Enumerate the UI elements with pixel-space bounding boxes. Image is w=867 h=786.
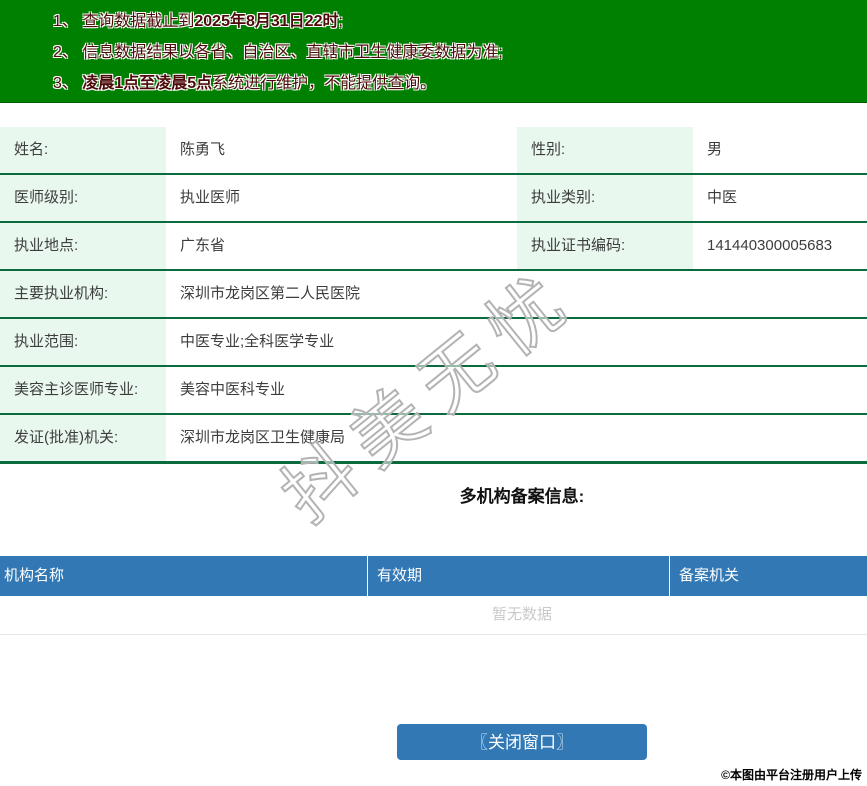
notice-line-3: 3、 凌晨1点至凌晨5点系统进行维护，不能提供查询。	[53, 68, 867, 99]
notice-line-3-bold: 凌晨1点至凌晨5点	[82, 75, 213, 92]
multi-org-section-title: 多机构备案信息:	[459, 487, 585, 506]
practice-scope-label: 执业范围:	[0, 318, 166, 367]
practice-category-label: 执业类别:	[517, 174, 693, 223]
table-row: 发证(批准)机关: 深圳市龙岗区卫生健康局	[0, 414, 867, 464]
notice-line-1: 1、 查询数据截止到2025年8月31日22时;	[53, 13, 343, 30]
practice-scope-value: 中医专业;全科医学专业	[166, 318, 867, 367]
no-data-placeholder: 暂无数据	[0, 596, 867, 635]
org-name-column-header: 机构名称	[0, 556, 368, 596]
notice-line-3-text: 系统进行维护，不能提供查询。	[212, 75, 437, 92]
issuing-authority-value: 深圳市龙岗区卫生健康局	[166, 414, 867, 464]
validity-column-header: 有效期	[368, 556, 670, 596]
gender-label: 性别:	[517, 127, 693, 175]
cosmetic-specialty-label: 美容主诊医师专业:	[0, 366, 166, 415]
notice-banner: 1、 查询数据截止到2025年8月31日22时; 2、 信息数据结果以各省、自治…	[0, 0, 867, 103]
gender-value: 男	[693, 127, 867, 175]
license-number-value: 141440300005683	[693, 222, 867, 271]
filing-authority-column-header: 备案机关	[679, 567, 740, 584]
issuing-authority-label: 发证(批准)机关:	[0, 414, 166, 464]
notice-line-1-number: 1、	[53, 13, 78, 30]
main-institution-label: 主要执业机构:	[0, 270, 166, 319]
upload-copyright-note: ©本图由平台注册用户上传	[721, 768, 862, 782]
table-row: 姓名: 陈勇飞 性别: 男	[0, 127, 867, 175]
table-row: 美容主诊医师专业: 美容中医科专业	[0, 366, 867, 415]
main-institution-value: 深圳市龙岗区第二人民医院	[166, 270, 867, 319]
notice-line-2-text: 信息数据结果以各省、自治区、直辖市卫生健康委数据为准;	[82, 44, 503, 61]
table-row: 主要执业机构: 深圳市龙岗区第二人民医院	[0, 270, 867, 319]
close-window-button[interactable]: 〖关闭窗口〗	[397, 724, 647, 760]
notice-line-2-number: 2、	[53, 44, 78, 61]
table-row: 执业范围: 中医专业;全科医学专业	[0, 318, 867, 367]
practice-location-label: 执业地点:	[0, 222, 166, 271]
button-row: 〖关闭窗口〗	[0, 724, 867, 760]
table-row: 执业地点: 广东省 执业证书编码: 141440300005683	[0, 222, 867, 271]
doctor-level-label: 医师级别:	[0, 174, 166, 223]
result-content: 姓名: 陈勇飞 性别: 男 医师级别: 执业医师 执业类别: 中医 执业地点: …	[0, 127, 867, 760]
table-row: 医师级别: 执业医师 执业类别: 中医	[0, 174, 867, 223]
practitioner-info-table: 姓名: 陈勇飞 性别: 男 医师级别: 执业医师 执业类别: 中医 执业地点: …	[0, 127, 867, 464]
doctor-level-value: 执业医师	[166, 174, 517, 223]
name-label: 姓名:	[0, 127, 166, 175]
cosmetic-specialty-value: 美容中医科专业	[166, 366, 867, 415]
notice-line-1-text: 查询数据截止到	[82, 13, 195, 30]
multi-org-table-header: 机构名称 有效期 备案机关	[0, 556, 867, 596]
license-number-label: 执业证书编码:	[517, 222, 693, 271]
name-value: 陈勇飞	[166, 127, 517, 175]
practice-category-value: 中医	[693, 174, 867, 223]
notice-line-1-bold: 2025年8月31日22时	[194, 13, 339, 30]
notice-line-2: 2、 信息数据结果以各省、自治区、直辖市卫生健康委数据为准;	[53, 37, 867, 68]
notice-line-3-number: 3、	[53, 75, 78, 92]
practice-location-value: 广东省	[166, 222, 517, 271]
